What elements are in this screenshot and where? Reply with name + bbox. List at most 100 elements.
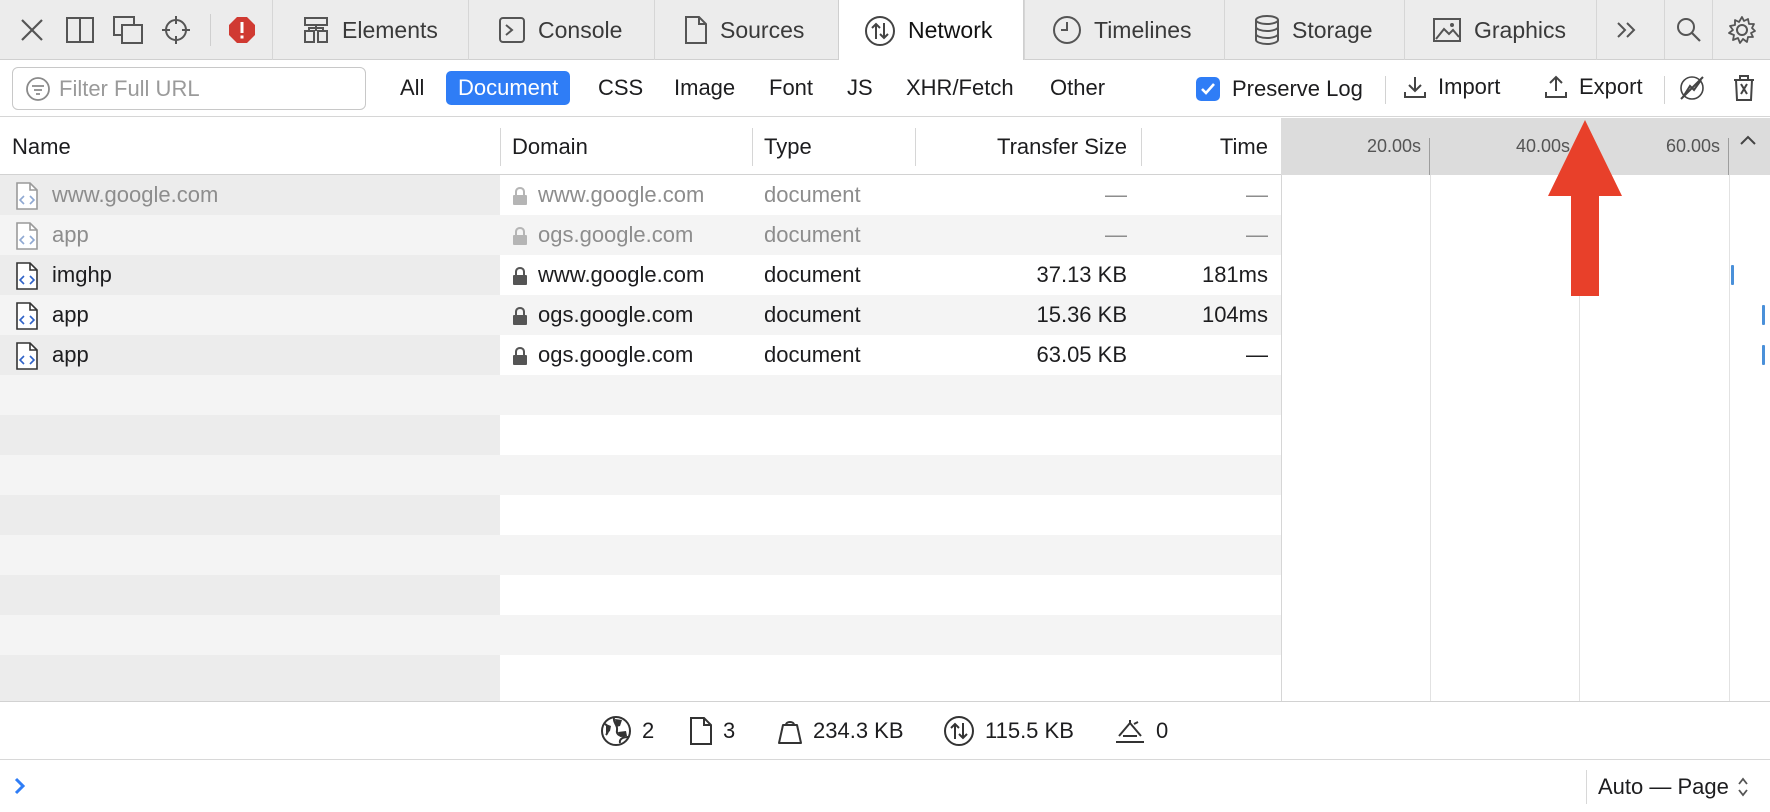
filter-type-all[interactable]: All bbox=[388, 71, 436, 105]
tab-storage[interactable]: Storage bbox=[1224, 0, 1404, 60]
network-requests-table: Name Domain Type Transfer Size Time 20.0… bbox=[0, 118, 1770, 701]
row-stripe bbox=[0, 615, 1281, 655]
row-type: document bbox=[764, 222, 861, 247]
row-time: 181ms bbox=[1201, 262, 1268, 287]
waterfall-collapse-button[interactable] bbox=[1738, 133, 1758, 152]
waterfall-bar[interactable] bbox=[1762, 305, 1765, 325]
row-name: imghp bbox=[52, 262, 112, 287]
column-divider[interactable] bbox=[500, 128, 501, 166]
tab-timelines[interactable]: Timelines bbox=[1024, 0, 1224, 60]
toolbar-divider bbox=[210, 14, 211, 46]
tab-label-console: Console bbox=[538, 16, 623, 43]
lock-icon bbox=[513, 346, 527, 365]
globe-icon bbox=[601, 715, 631, 746]
filter-type-other[interactable]: Other bbox=[1038, 71, 1117, 105]
preserve-log-checkbox[interactable] bbox=[1196, 77, 1220, 101]
more-tabs-button[interactable] bbox=[1596, 0, 1656, 60]
dock-side-icon[interactable] bbox=[60, 0, 100, 59]
tab-label-sources: Sources bbox=[720, 16, 805, 43]
execution-context-select[interactable]: Auto — Page bbox=[1586, 770, 1749, 804]
sources-icon bbox=[685, 16, 707, 44]
filter-type-font[interactable]: Font bbox=[757, 71, 825, 105]
network-filter-bar: All Document CSS Image Font JS XHR/Fetch… bbox=[0, 60, 1770, 117]
row-type: document bbox=[764, 342, 861, 367]
status-transferred-value: 115.5 KB bbox=[985, 717, 1074, 743]
lock-icon bbox=[513, 266, 527, 285]
status-redirects: 0 bbox=[1114, 702, 1168, 759]
weight-icon bbox=[778, 720, 802, 744]
tab-console[interactable]: Console bbox=[468, 0, 654, 60]
gear-icon bbox=[1727, 15, 1756, 44]
waterfall-area bbox=[1281, 175, 1770, 701]
network-status-bar: 2 3 234.3 KB 115.5 KB 0 bbox=[0, 701, 1770, 759]
row-type: document bbox=[764, 302, 861, 327]
prompt-chevron-icon bbox=[14, 777, 26, 795]
cache-disabled-icon bbox=[1680, 76, 1704, 100]
execution-context-label: Auto — Page bbox=[1598, 774, 1729, 799]
elements-icon bbox=[304, 17, 328, 43]
redirect-icon bbox=[1116, 719, 1144, 743]
row-name: www.google.com bbox=[52, 182, 219, 207]
filter-url-field[interactable] bbox=[12, 67, 366, 110]
column-header-domain[interactable]: Domain bbox=[512, 118, 588, 175]
lock-icon bbox=[513, 306, 527, 325]
document-icon bbox=[690, 716, 712, 745]
row-time: — bbox=[1246, 182, 1268, 207]
row-transfer-size: 15.36 KB bbox=[1036, 302, 1127, 327]
filter-bar-divider bbox=[1385, 76, 1386, 104]
lock-icon bbox=[513, 226, 527, 245]
waterfall-tick-line bbox=[1728, 138, 1729, 175]
tab-elements[interactable]: Elements bbox=[272, 0, 468, 60]
row-name: app bbox=[52, 342, 89, 367]
disable-cache-button[interactable] bbox=[1678, 74, 1706, 102]
error-badge-icon[interactable] bbox=[224, 0, 260, 59]
row-stripe bbox=[0, 535, 1281, 575]
import-button[interactable]: Import bbox=[1403, 74, 1500, 100]
inspect-element-icon[interactable] bbox=[156, 0, 196, 59]
waterfall-bar[interactable] bbox=[1762, 345, 1765, 365]
waterfall-grid-line bbox=[1430, 175, 1431, 701]
column-divider[interactable] bbox=[752, 128, 753, 166]
waterfall-bar[interactable] bbox=[1731, 265, 1734, 285]
filter-type-xhr-fetch[interactable]: XHR/Fetch bbox=[894, 71, 1026, 105]
console-prompt-bar[interactable]: Auto — Page bbox=[0, 759, 1770, 812]
row-domain: www.google.com bbox=[538, 262, 705, 287]
detach-window-icon[interactable] bbox=[108, 0, 148, 59]
filter-type-document[interactable]: Document bbox=[446, 71, 571, 105]
row-transfer-size: — bbox=[1105, 222, 1127, 247]
preserve-log-toggle[interactable]: Preserve Log bbox=[1196, 76, 1363, 102]
column-header-name[interactable]: Name bbox=[12, 118, 71, 175]
column-header-time[interactable]: Time bbox=[1141, 118, 1268, 175]
document-file-icon bbox=[16, 182, 38, 210]
settings-button[interactable] bbox=[1712, 0, 1770, 59]
clear-log-button[interactable] bbox=[1732, 74, 1756, 102]
tab-label-timelines: Timelines bbox=[1094, 16, 1192, 43]
chevron-up-down-icon bbox=[1738, 777, 1748, 797]
waterfall-header: 20.00s 40.00s 60.00s bbox=[1281, 118, 1770, 175]
search-button[interactable] bbox=[1664, 0, 1712, 59]
filter-type-css[interactable]: CSS bbox=[586, 71, 655, 105]
graphics-icon bbox=[1433, 18, 1461, 42]
tab-network[interactable]: Network bbox=[838, 0, 1024, 61]
annotation-arrow-icon bbox=[1548, 120, 1622, 296]
row-stripe bbox=[0, 375, 1281, 415]
column-header-transfer-size[interactable]: Transfer Size bbox=[915, 118, 1127, 175]
close-icon[interactable] bbox=[12, 0, 52, 59]
row-transfer-size: 63.05 KB bbox=[1036, 342, 1127, 367]
tab-label-graphics: Graphics bbox=[1474, 16, 1567, 43]
filter-type-js[interactable]: JS bbox=[835, 71, 885, 105]
tab-graphics[interactable]: Graphics bbox=[1404, 0, 1596, 60]
tab-label-storage: Storage bbox=[1292, 16, 1373, 43]
filter-url-input[interactable] bbox=[59, 75, 349, 102]
download-icon bbox=[1404, 77, 1426, 98]
column-header-type[interactable]: Type bbox=[764, 118, 812, 175]
status-transferred: 115.5 KB bbox=[943, 702, 1074, 759]
document-file-icon bbox=[16, 342, 38, 370]
timelines-icon bbox=[1053, 16, 1081, 44]
storage-icon bbox=[1255, 15, 1279, 45]
status-domains: 2 bbox=[600, 702, 654, 759]
filter-icon bbox=[26, 76, 50, 101]
tab-sources[interactable]: Sources bbox=[654, 0, 838, 60]
export-button[interactable]: Export bbox=[1544, 74, 1643, 100]
filter-type-image[interactable]: Image bbox=[662, 71, 747, 105]
